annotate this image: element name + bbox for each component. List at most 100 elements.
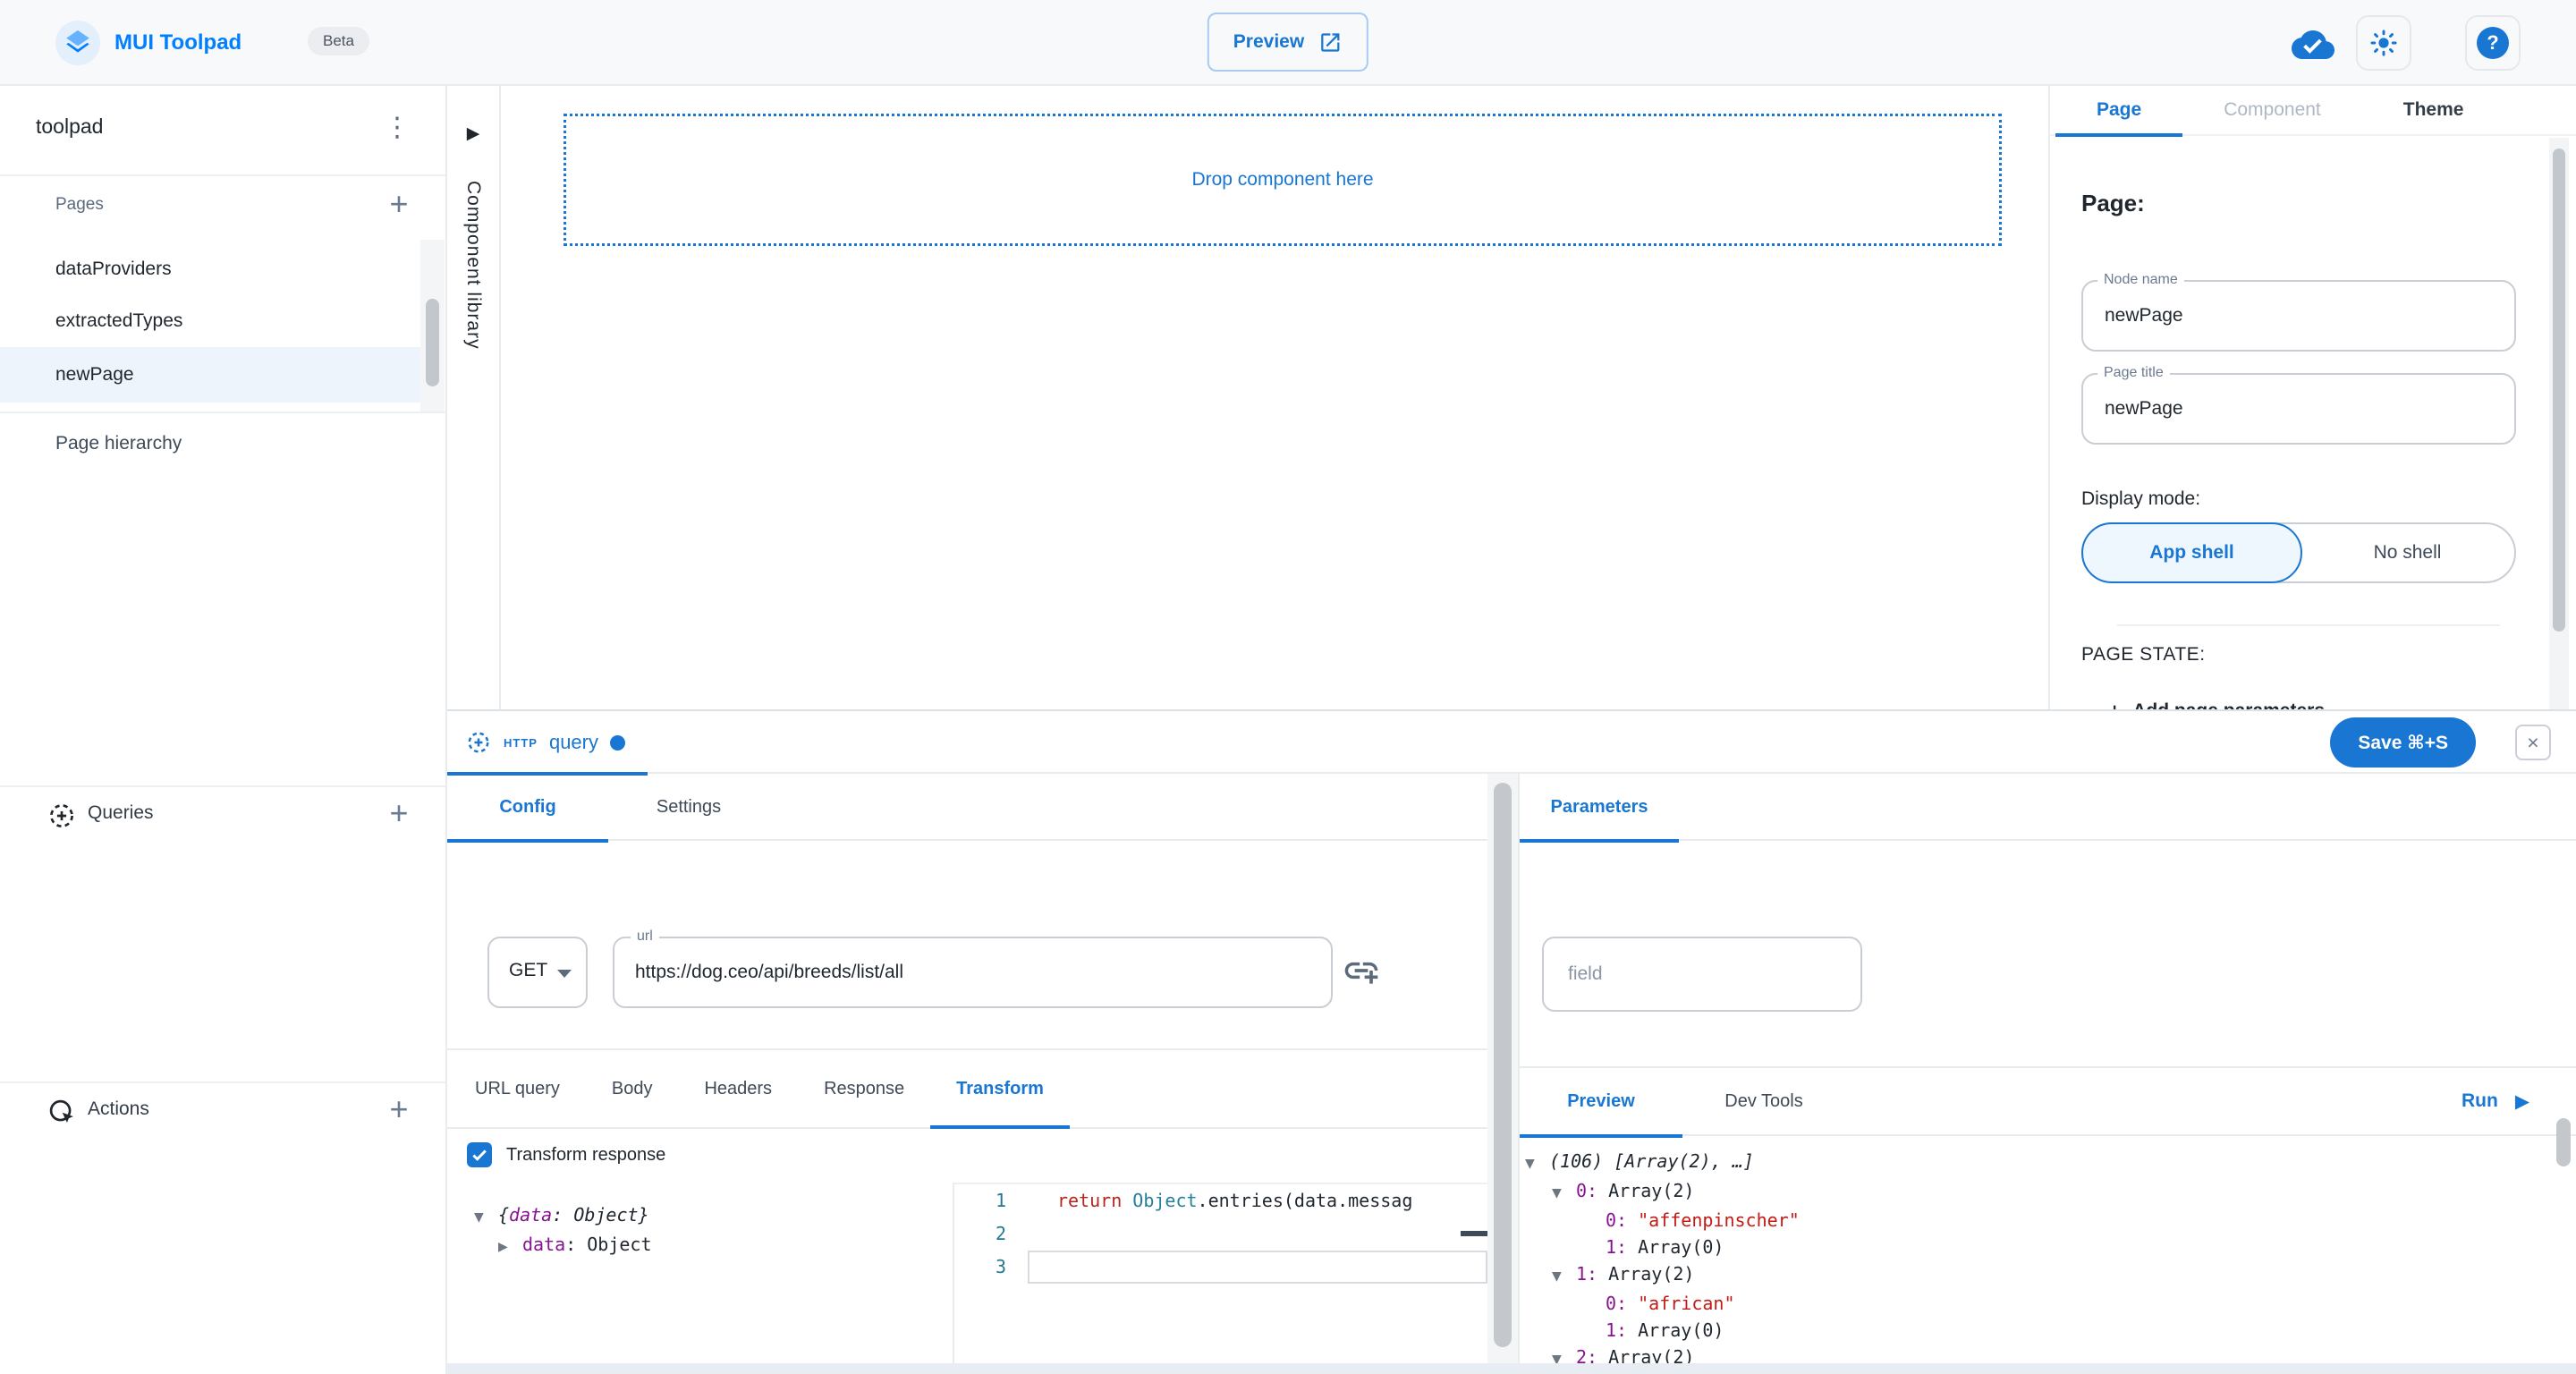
page-heading: Page: bbox=[2081, 190, 2145, 217]
run-button[interactable]: Run ▶ bbox=[2462, 1090, 2529, 1112]
query-editor-panel: HTTP query Save ⌘+S × Config Settings bbox=[447, 709, 2576, 1374]
line-numbers-gutter: 1 2 3 bbox=[954, 1184, 1026, 1284]
theme-toggle-button[interactable] bbox=[2356, 15, 2411, 71]
pages-scrollbar[interactable] bbox=[420, 240, 445, 411]
node-name-field[interactable]: Node name bbox=[2081, 280, 2516, 352]
page-item-newpage[interactable]: newPage bbox=[0, 347, 420, 403]
query-tab[interactable]: HTTP query bbox=[447, 711, 648, 774]
no-shell-option[interactable]: No shell bbox=[2301, 524, 2514, 581]
inspector-scrollbar-thumb[interactable] bbox=[2553, 148, 2565, 632]
tree-row[interactable]: 0: "african" bbox=[1520, 1290, 2549, 1317]
page-item-extractedtypes[interactable]: extractedTypes bbox=[0, 295, 420, 347]
tab-settings[interactable]: Settings bbox=[608, 774, 769, 841]
divider bbox=[2117, 624, 2500, 626]
tree-string-value: "affenpinscher" bbox=[1627, 1209, 1800, 1231]
collapse-triangle-icon[interactable]: ▼ bbox=[1552, 1180, 1576, 1207]
close-icon: × bbox=[2527, 731, 2538, 755]
tab-preview[interactable]: Preview bbox=[1520, 1066, 1682, 1136]
tree-key: data bbox=[522, 1234, 565, 1255]
tree-row[interactable]: 1: Array(0) bbox=[1520, 1234, 2549, 1260]
collapse-triangle-icon[interactable]: ▼ bbox=[474, 1204, 498, 1231]
tab-dev-tools[interactable]: Dev Tools bbox=[1682, 1066, 1845, 1136]
code-text: .entries(data.messag bbox=[1198, 1190, 1413, 1211]
scope-tree-child[interactable]: ▶data: Object bbox=[474, 1231, 652, 1260]
transform-code-editor[interactable]: 1 2 3 return Object.entries(data.messag bbox=[953, 1183, 1487, 1374]
scope-tree-root[interactable]: ▼{data: Object} bbox=[474, 1201, 652, 1231]
tab-response[interactable]: Response bbox=[798, 1048, 930, 1129]
inspector-panel: Page Component Theme Page: Node name Pag… bbox=[2048, 86, 2576, 709]
tab-label: Preview bbox=[1567, 1091, 1635, 1112]
tree-key: 0: bbox=[1576, 1180, 1597, 1201]
app-shell-option[interactable]: App shell bbox=[2081, 522, 2302, 583]
parameter-field[interactable] bbox=[1542, 937, 1862, 1012]
line-number: 1 bbox=[954, 1184, 1006, 1217]
tab-config[interactable]: Config bbox=[447, 774, 608, 841]
tab-component[interactable]: Component bbox=[2182, 86, 2362, 135]
display-mode-label: Display mode: bbox=[2081, 488, 2200, 510]
collapse-triangle-icon[interactable]: ▼ bbox=[1552, 1346, 1576, 1363]
tree-key: 2: bbox=[1576, 1346, 1597, 1363]
divider bbox=[0, 785, 445, 787]
tree-text: (106) [Array(2), …] bbox=[1549, 1150, 1754, 1172]
add-query-button[interactable]: + bbox=[377, 792, 420, 835]
preview-button-label: Preview bbox=[1233, 31, 1304, 53]
close-query-panel-button[interactable]: × bbox=[2515, 725, 2551, 760]
tab-transform[interactable]: Transform bbox=[930, 1048, 1070, 1129]
query-panel-scrollbar-thumb[interactable] bbox=[1494, 783, 1512, 1347]
add-page-button[interactable]: + bbox=[377, 182, 420, 225]
tab-body[interactable]: Body bbox=[586, 1048, 679, 1129]
tree-row[interactable]: 1: Array(0) bbox=[1520, 1317, 2549, 1344]
help-button[interactable]: ? bbox=[2465, 15, 2521, 71]
tab-page[interactable]: Page bbox=[2055, 86, 2182, 135]
pages-section-label: Pages bbox=[55, 195, 104, 215]
parameter-input[interactable] bbox=[1544, 938, 1860, 1010]
add-page-parameters-button[interactable]: + Add page parameters bbox=[2109, 700, 2325, 709]
horizontal-scrollbar-track[interactable] bbox=[447, 1363, 2576, 1374]
save-button[interactable]: Save ⌘+S bbox=[2330, 717, 2476, 768]
overview-ruler-mark bbox=[1461, 1231, 1487, 1236]
project-name: toolpad bbox=[36, 114, 103, 139]
query-panel-scrollbar[interactable] bbox=[1487, 774, 1518, 1363]
page-item-label: newPage bbox=[55, 364, 134, 386]
page-item-dataproviders[interactable]: dataProviders bbox=[0, 243, 420, 295]
http-method-select[interactable]: GET bbox=[487, 937, 588, 1008]
expand-triangle-icon[interactable]: ▶ bbox=[498, 1234, 522, 1260]
preview-scrollbar-thumb[interactable] bbox=[2556, 1118, 2571, 1166]
tab-label: Page bbox=[2097, 99, 2141, 121]
query-config-column: Config Settings GET url bbox=[447, 774, 1487, 1363]
tree-row[interactable]: 0: "affenpinscher" bbox=[1520, 1207, 2549, 1234]
tab-theme[interactable]: Theme bbox=[2362, 86, 2505, 135]
collapse-triangle-icon[interactable]: ▼ bbox=[1525, 1150, 1549, 1177]
tree-row[interactable]: ▼0: Array(2) bbox=[1520, 1177, 2549, 1207]
tab-url-query[interactable]: URL query bbox=[449, 1048, 586, 1129]
tab-label: Component bbox=[2224, 99, 2321, 121]
transform-response-label: Transform response bbox=[506, 1145, 665, 1166]
tree-row[interactable]: ▼1: Array(2) bbox=[1520, 1260, 2549, 1290]
preview-button[interactable]: Preview bbox=[1208, 13, 1368, 72]
url-field[interactable]: url bbox=[613, 937, 1333, 1008]
add-binding-button[interactable] bbox=[1342, 951, 1385, 994]
tree-text: { bbox=[498, 1204, 509, 1226]
tab-label: Headers bbox=[704, 1079, 772, 1099]
app-header: MUI Toolpad Beta Preview bbox=[0, 0, 2576, 86]
tree-row[interactable]: ▼2: Array(2) bbox=[1520, 1344, 2549, 1363]
pages-scrollbar-thumb[interactable] bbox=[426, 299, 439, 386]
project-menu-button[interactable]: ⋮ bbox=[376, 106, 419, 148]
tab-headers[interactable]: Headers bbox=[678, 1048, 798, 1129]
tree-row[interactable]: ▼(106) [Array(2), …] bbox=[1520, 1148, 2549, 1177]
inspector-scrollbar[interactable] bbox=[2549, 138, 2569, 709]
expand-library-button[interactable]: ▶ bbox=[447, 123, 499, 144]
url-input[interactable] bbox=[614, 938, 1331, 1006]
divider bbox=[0, 1081, 445, 1083]
collapse-triangle-icon[interactable]: ▼ bbox=[1552, 1263, 1576, 1290]
page-title-field[interactable]: Page title bbox=[2081, 373, 2516, 445]
tab-label: Settings bbox=[657, 797, 721, 818]
parameters-column: Parameters Preview Dev Tools Run ▶ ▼ bbox=[1518, 774, 2576, 1363]
code-keyword: return bbox=[1057, 1190, 1132, 1211]
page-title-input[interactable] bbox=[2083, 375, 2514, 443]
drop-zone[interactable]: Drop component here bbox=[564, 114, 2002, 246]
node-name-input[interactable] bbox=[2083, 282, 2514, 350]
transform-response-checkbox[interactable] bbox=[467, 1142, 492, 1167]
tab-parameters[interactable]: Parameters bbox=[1520, 774, 1679, 841]
add-action-button[interactable]: + bbox=[377, 1088, 420, 1131]
